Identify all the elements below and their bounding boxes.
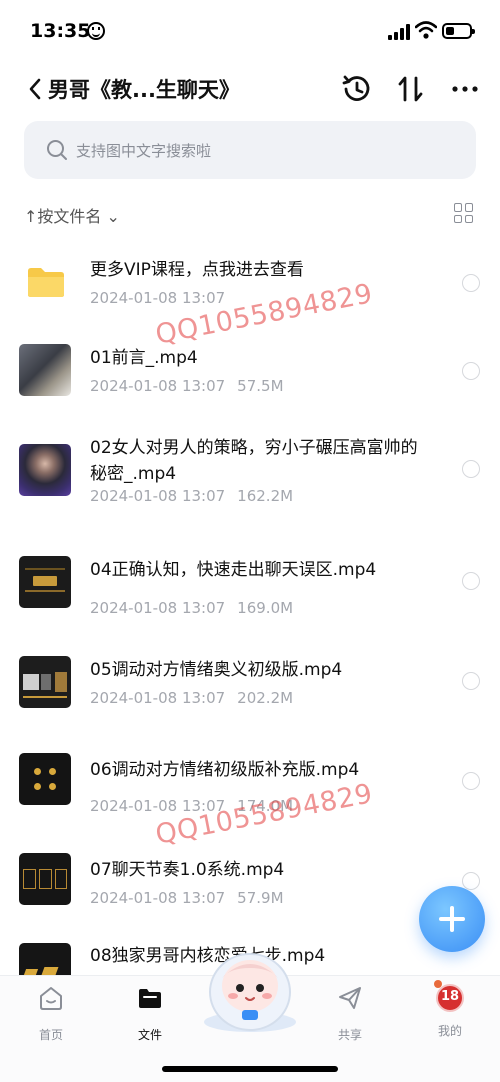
share-icon: [339, 987, 361, 1009]
file-meta: 2024-01-08 13:07 202.2M: [90, 689, 293, 707]
file-meta: 2024-01-08 13:07: [90, 289, 225, 307]
profile-badge: 18: [440, 989, 460, 1004]
file-name: 04正确认知，快速走出聊天误区.mp4: [90, 560, 377, 580]
sort-icon[interactable]: [394, 72, 428, 106]
nav-bar: 男哥《教...生聊天》: [0, 66, 500, 112]
list-item[interactable]: 04正确认知，快速走出聊天误区.mp4 2024-01-08 13:07 169.…: [0, 553, 500, 653]
file-date: 2024-01-08 13:07: [90, 377, 226, 395]
file-meta: 2024-01-08 13:07 57.9M: [90, 889, 284, 907]
search-placeholder: 支持图中文字搜索啦: [76, 142, 212, 160]
file-name: 01前言_.mp4: [90, 348, 198, 368]
folder-icon: [139, 989, 161, 1008]
video-thumbnail: [19, 943, 71, 975]
sort-bar: ↑按文件名 ⌄: [0, 198, 500, 230]
sort-by-name-button[interactable]: ↑按文件名 ⌄: [24, 203, 120, 227]
video-thumbnail: [19, 556, 71, 608]
home-indicator: [162, 1066, 338, 1072]
smiley-icon: [87, 22, 105, 40]
select-checkbox[interactable]: [462, 772, 480, 790]
list-item[interactable]: 05调动对方情绪奥义初级版.mp4 2024-01-08 13:07 202.2M: [0, 653, 500, 753]
file-date: 2024-01-08 13:07: [90, 889, 226, 907]
file-size: 202.2M: [237, 689, 294, 707]
select-checkbox[interactable]: [462, 672, 480, 690]
video-thumbnail: [19, 853, 71, 905]
more-icon[interactable]: [448, 72, 482, 106]
add-button[interactable]: [419, 886, 485, 952]
profile-icon: 18: [434, 980, 464, 1012]
file-name: 05调动对方情绪奥义初级版.mp4: [90, 660, 343, 680]
file-meta: 2024-01-08 13:07 162.2M: [90, 487, 293, 505]
file-date: 2024-01-08 13:07: [90, 689, 226, 707]
search-input[interactable]: 支持图中文字搜索啦: [24, 121, 476, 179]
select-checkbox[interactable]: [462, 274, 480, 292]
file-meta: 2024-01-08 13:07 57.5M: [90, 377, 284, 395]
tab-home[interactable]: 首页: [21, 984, 81, 1043]
file-name: 02女人对男人的策略，穷小子碾压高富帅的秘密_.mp4: [90, 438, 418, 484]
tab-label: 我的: [437, 1024, 462, 1038]
select-checkbox[interactable]: [462, 572, 480, 590]
grid-view-icon[interactable]: [454, 203, 474, 223]
signal-icon: [388, 24, 410, 40]
select-checkbox[interactable]: [462, 872, 480, 890]
file-size: 57.5M: [237, 377, 284, 395]
home-icon: [40, 987, 62, 1010]
file-meta: 2024-01-08 13:07 169.0M: [90, 599, 293, 617]
file-name: 06调动对方情绪初级版补充版.mp4: [90, 760, 360, 780]
file-date: 2024-01-08 13:07: [90, 289, 226, 307]
file-name: 07聊天节奏1.0系统.mp4: [90, 860, 285, 880]
tab-files[interactable]: 文件: [120, 984, 180, 1043]
list-item[interactable]: 01前言_.mp4 2024-01-08 13:07 57.5M: [0, 335, 500, 435]
page-title: 男哥《教...生聊天》: [48, 78, 240, 102]
tab-label: 首页: [38, 1028, 63, 1042]
select-checkbox[interactable]: [462, 362, 480, 380]
video-thumbnail: [19, 656, 71, 708]
folder-icon: [28, 268, 64, 297]
wifi-icon: [415, 21, 437, 39]
status-time: 13:35: [30, 20, 91, 42]
list-item[interactable]: 02女人对男人的策略，穷小子碾压高富帅的秘密_.mp4 2024-01-08 1…: [0, 435, 500, 553]
search-icon: [47, 140, 67, 160]
file-size: 57.9M: [237, 889, 284, 907]
video-thumbnail: [19, 753, 71, 805]
file-date: 2024-01-08 13:07: [90, 599, 226, 617]
tab-label: 共享: [337, 1028, 362, 1042]
file-size: 162.2M: [237, 487, 294, 505]
mascot-icon[interactable]: [200, 942, 300, 1034]
back-icon[interactable]: [24, 74, 48, 104]
tab-share[interactable]: 共享: [320, 984, 380, 1043]
video-thumbnail: [19, 444, 71, 496]
video-thumbnail: [19, 344, 71, 396]
battery-icon: [442, 23, 475, 39]
file-list: 更多VIP课程，点我进去查看 2024-01-08 13:07 01前言_.mp…: [0, 235, 500, 975]
file-date: 2024-01-08 13:07: [90, 487, 226, 505]
tab-profile[interactable]: 18 我的: [420, 980, 480, 1039]
file-name: 更多VIP课程，点我进去查看: [90, 260, 304, 280]
history-icon[interactable]: [340, 72, 374, 106]
status-bar: 13:35: [0, 0, 500, 62]
tab-label: 文件: [137, 1028, 162, 1042]
select-checkbox[interactable]: [462, 460, 480, 478]
file-size: 169.0M: [237, 599, 294, 617]
